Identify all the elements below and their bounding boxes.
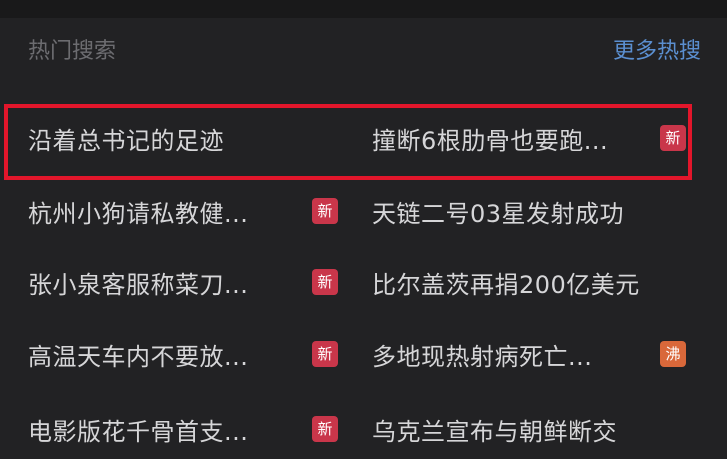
hot-search-text: 天链二号03星发射成功 bbox=[372, 199, 625, 228]
new-badge: 新 bbox=[312, 269, 338, 295]
hot-search-text: 乌克兰宣布与朝鲜断交 bbox=[372, 417, 617, 446]
new-badge: 新 bbox=[660, 125, 686, 151]
hot-search-text: 电影版花千骨首支... bbox=[28, 417, 249, 446]
new-badge: 新 bbox=[312, 198, 338, 224]
hot-search-item[interactable]: 杭州小狗请私教健... 新 bbox=[28, 191, 342, 231]
hot-search-text: 撞断6根肋骨也要跑... bbox=[372, 126, 609, 155]
hot-search-item[interactable]: 乌克兰宣布与朝鲜断交 bbox=[372, 409, 692, 449]
hot-search-item[interactable]: 高温天车内不要放... 新 bbox=[28, 334, 342, 374]
hot-badge: 沸 bbox=[660, 341, 686, 367]
hot-search-item[interactable]: 比尔盖茨再捐200亿美元 bbox=[372, 262, 692, 302]
hot-search-item[interactable]: 天链二号03星发射成功 bbox=[372, 191, 692, 231]
hot-search-text: 杭州小狗请私教健... bbox=[28, 199, 249, 228]
hot-search-text: 多地现热射病死亡... bbox=[372, 342, 593, 371]
new-badge: 新 bbox=[312, 341, 338, 367]
hot-search-item[interactable]: 多地现热射病死亡... 沸 bbox=[372, 334, 692, 374]
hot-search-item[interactable]: 电影版花千骨首支... 新 bbox=[28, 409, 342, 449]
hot-search-text: 张小泉客服称菜刀... bbox=[28, 270, 249, 299]
hot-search-item[interactable]: 撞断6根肋骨也要跑... 新 bbox=[372, 118, 692, 158]
hot-search-item[interactable]: 张小泉客服称菜刀... 新 bbox=[28, 262, 342, 302]
hot-search-grid: 沿着总书记的足迹 撞断6根肋骨也要跑... 新 杭州小狗请私教健... 新 天链… bbox=[0, 0, 727, 459]
new-badge: 新 bbox=[312, 416, 338, 442]
hot-search-item[interactable]: 沿着总书记的足迹 bbox=[28, 118, 342, 158]
hot-search-text: 比尔盖茨再捐200亿美元 bbox=[372, 270, 640, 299]
hot-search-text: 高温天车内不要放... bbox=[28, 342, 249, 371]
hot-search-text: 沿着总书记的足迹 bbox=[28, 126, 224, 155]
